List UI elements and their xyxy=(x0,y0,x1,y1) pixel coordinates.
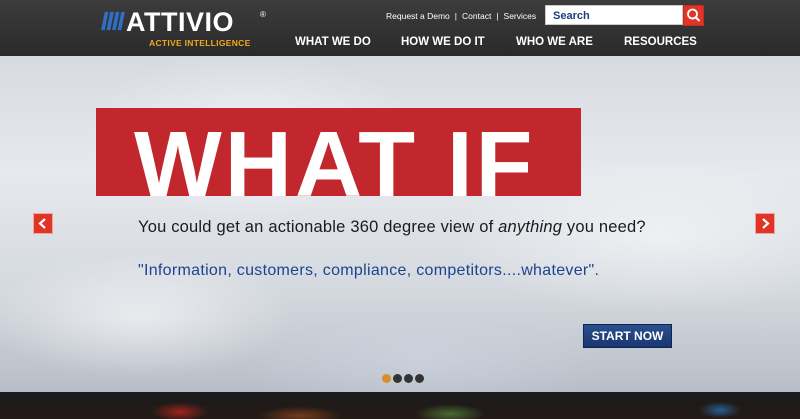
carousel-next-button[interactable] xyxy=(755,213,775,234)
search-button[interactable] xyxy=(683,5,704,26)
nav-resources[interactable]: RESOURCES xyxy=(624,36,697,48)
carousel-dot-3[interactable] xyxy=(404,374,413,383)
services-link[interactable]: Services xyxy=(504,11,537,21)
site-header: ATTIVIO ® ACTIVE INTELLIGENCE Request a … xyxy=(0,0,800,56)
attivio-logo[interactable]: ATTIVIO ® ACTIVE INTELLIGENCE xyxy=(100,8,270,50)
nav-how-we-do-it[interactable]: HOW WE DO IT xyxy=(401,36,485,48)
banner-title: WHAT IF xyxy=(134,112,536,197)
hero-quote: "Information, customers, compliance, com… xyxy=(138,262,600,279)
registered-mark: ® xyxy=(260,10,266,19)
logo-wordmark: ATTIVIO xyxy=(126,7,234,37)
nav-what-we-do[interactable]: WHAT WE DO xyxy=(295,36,371,48)
headline-text: You could get an actionable 360 degree v… xyxy=(138,218,499,236)
nav-who-we-are[interactable]: WHO WE ARE xyxy=(516,36,593,48)
start-now-button[interactable]: START NOW xyxy=(583,324,672,348)
carousel-dot-2[interactable] xyxy=(393,374,402,383)
brand-tagline: ACTIVE INTELLIGENCE xyxy=(149,38,251,48)
utility-links: Request a Demo | Contact | Services xyxy=(386,11,536,21)
hero-slider: WHAT IF You could get an actionable 360 … xyxy=(0,56,800,392)
search-box xyxy=(545,5,683,25)
logo-mark-icon xyxy=(101,11,125,31)
link-separator: | xyxy=(496,11,499,21)
chevron-right-icon xyxy=(762,218,770,229)
chevron-left-icon xyxy=(38,218,46,229)
what-if-banner: WHAT IF xyxy=(96,108,581,196)
hero-headline: You could get an actionable 360 degree v… xyxy=(138,218,646,237)
headline-text-end: you need? xyxy=(562,218,646,236)
contact-link[interactable]: Contact xyxy=(462,11,491,21)
carousel-dot-1[interactable] xyxy=(382,374,391,383)
link-separator: | xyxy=(454,11,458,21)
search-input[interactable] xyxy=(546,7,683,25)
search-icon xyxy=(687,8,701,22)
next-section-image xyxy=(0,392,800,419)
request-demo-link[interactable]: Request a Demo xyxy=(386,11,450,21)
headline-emphasis: anything xyxy=(498,218,563,236)
carousel-dot-4[interactable] xyxy=(415,374,424,383)
carousel-prev-button[interactable] xyxy=(33,213,53,234)
